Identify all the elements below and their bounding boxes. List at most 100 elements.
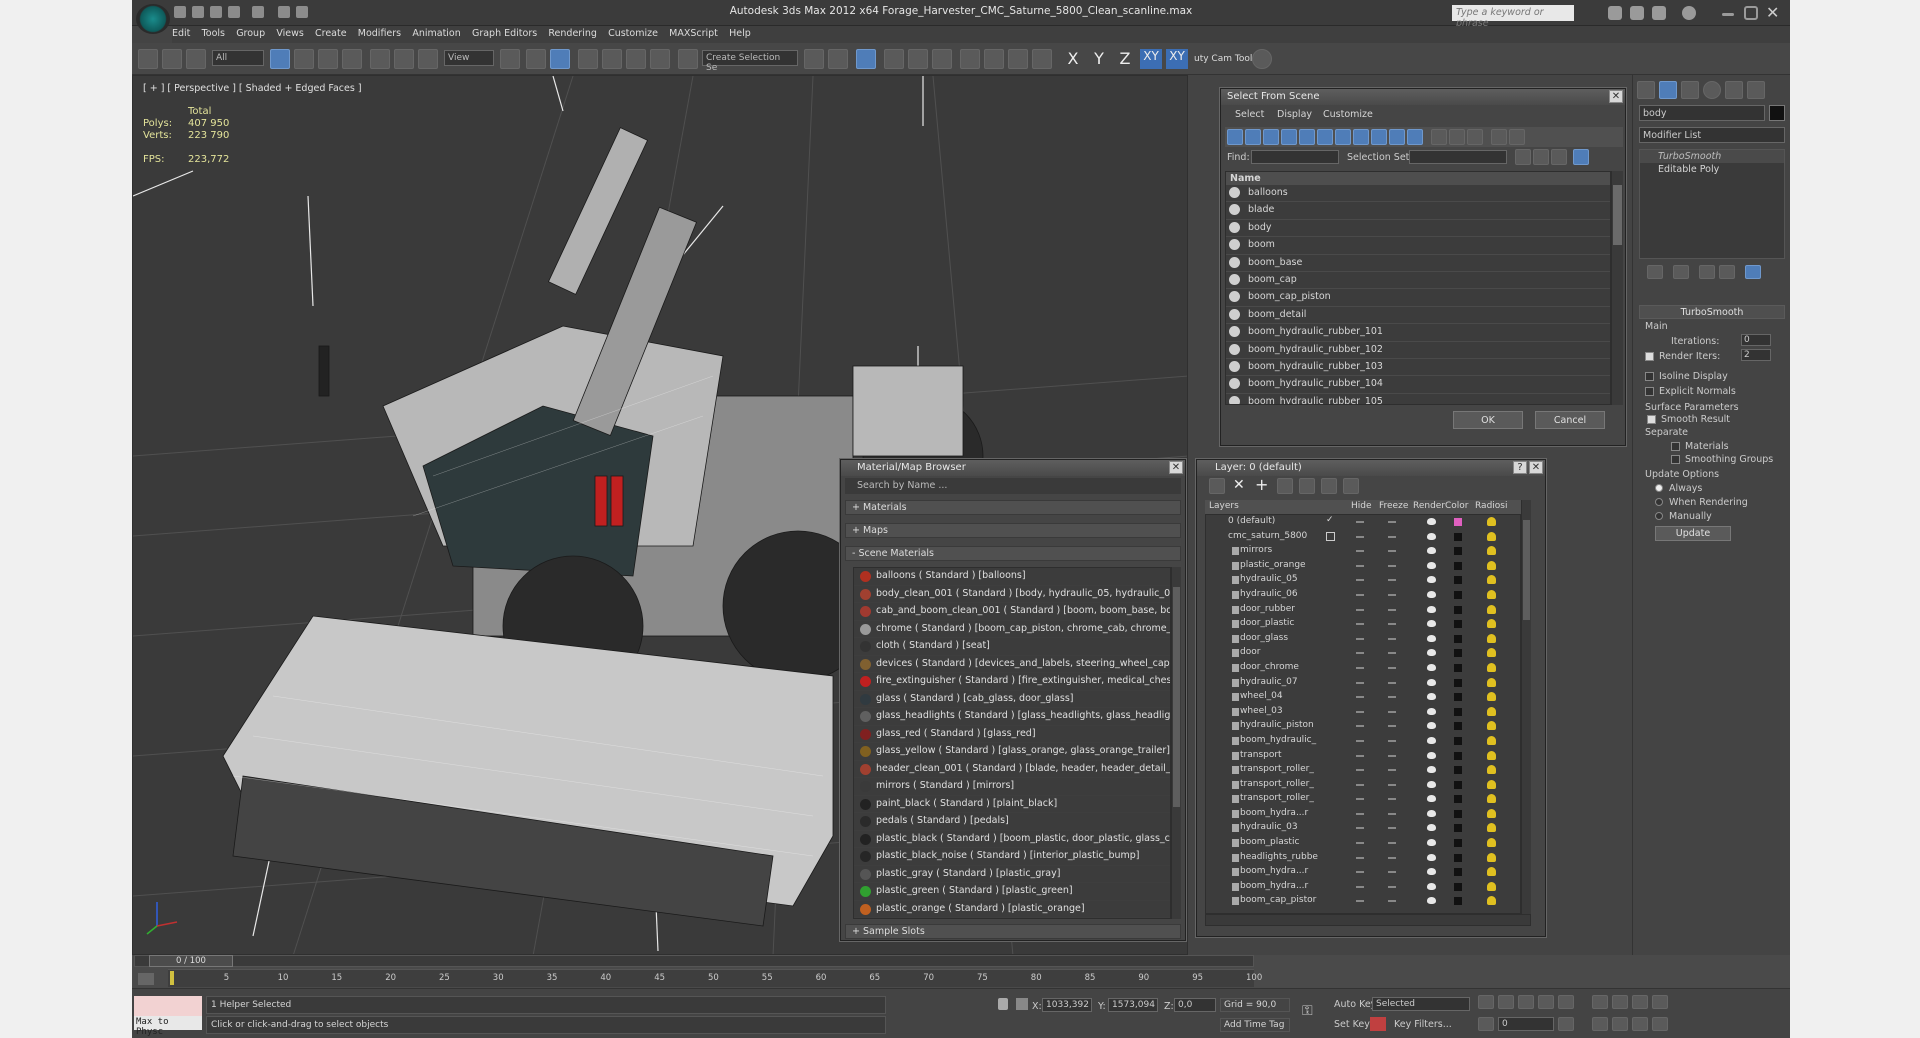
tab-select[interactable]: Select xyxy=(1235,109,1264,120)
list-item[interactable]: boom_hydraulic_rubber_104 xyxy=(1226,376,1610,394)
when-rendering-radio[interactable] xyxy=(1655,498,1663,506)
layer-object-row[interactable]: boom_plastic xyxy=(1206,836,1520,851)
radiosity-icon[interactable] xyxy=(1487,560,1496,570)
radiosity-icon[interactable] xyxy=(1487,677,1496,687)
material-item[interactable]: fire_extinguisher ( Standard ) [fire_ext… xyxy=(854,673,1170,691)
key-mode-icon[interactable] xyxy=(1478,1017,1494,1031)
radiosity-icon[interactable] xyxy=(1487,838,1496,848)
render-iters-spinner[interactable]: 2 xyxy=(1741,349,1771,361)
list-item[interactable]: boom_cap xyxy=(1226,272,1610,290)
hide-toggle[interactable] xyxy=(1356,710,1364,713)
close-icon[interactable]: ✕ xyxy=(1609,90,1623,103)
hide-toggle[interactable] xyxy=(1356,900,1364,903)
show-end-result-icon[interactable] xyxy=(1673,265,1689,279)
freeze-toggle[interactable] xyxy=(1388,725,1396,728)
color-swatch[interactable] xyxy=(1454,780,1462,789)
percent-snap-icon[interactable] xyxy=(626,49,646,69)
radiosity-icon[interactable] xyxy=(1487,896,1496,906)
motion-tab-icon[interactable] xyxy=(1703,81,1721,99)
color-swatch[interactable] xyxy=(1454,897,1462,906)
render-teapot-icon[interactable] xyxy=(1427,780,1436,788)
align-icon[interactable] xyxy=(828,49,848,69)
layer-object-row[interactable]: door_plastic xyxy=(1206,617,1520,632)
filter-spacewarps-icon[interactable] xyxy=(1317,129,1333,145)
mini-curve-icon[interactable] xyxy=(138,973,154,985)
radiosity-icon[interactable] xyxy=(1487,794,1496,804)
color-swatch[interactable] xyxy=(1454,547,1462,556)
hide-toggle[interactable] xyxy=(1356,769,1364,772)
window-crossing-icon[interactable] xyxy=(342,49,362,69)
color-swatch[interactable] xyxy=(1454,839,1462,848)
color-swatch[interactable] xyxy=(1454,649,1462,658)
list-item[interactable]: body xyxy=(1226,220,1610,238)
sort-icon[interactable] xyxy=(1509,129,1525,145)
render-setup-icon[interactable] xyxy=(984,49,1004,69)
layer-object-row[interactable]: hydraulic_07 xyxy=(1206,676,1520,691)
material-item[interactable]: cab_and_boom_clean_001 ( Standard ) [boo… xyxy=(854,603,1170,621)
color-swatch[interactable] xyxy=(1454,634,1462,643)
color-swatch[interactable] xyxy=(1454,766,1462,775)
layer-object-row[interactable]: headlights_rubbe xyxy=(1206,851,1520,866)
material-search-input[interactable]: Search by Name ... xyxy=(845,478,1181,494)
menu-maxscript[interactable]: MAXScript xyxy=(669,28,718,39)
hide-toggle[interactable] xyxy=(1356,856,1364,859)
list-item[interactable]: blade xyxy=(1226,202,1610,220)
color-swatch[interactable] xyxy=(1454,620,1462,629)
freeze-toggle[interactable] xyxy=(1388,593,1396,596)
render-teapot-icon[interactable] xyxy=(1427,853,1436,861)
radiosity-icon[interactable] xyxy=(1487,779,1496,789)
scrollbar[interactable] xyxy=(1171,567,1181,919)
color-swatch[interactable] xyxy=(1454,707,1462,716)
previous-frame-icon[interactable] xyxy=(1498,995,1514,1009)
category-sample-slots[interactable]: + Sample Slots xyxy=(845,924,1181,939)
layer-object-row[interactable]: wheel_04 xyxy=(1206,690,1520,705)
filter-cameras-icon[interactable] xyxy=(1281,129,1297,145)
layer-object-row[interactable]: hydraulic_piston xyxy=(1206,719,1520,734)
object-color-swatch[interactable] xyxy=(1769,105,1785,121)
rendered-frame-icon[interactable] xyxy=(1008,49,1028,69)
stack-item-editable-poly[interactable]: Editable Poly xyxy=(1640,163,1784,176)
render-teapot-icon[interactable] xyxy=(1427,576,1436,584)
smooth-result-checkbox[interactable] xyxy=(1647,414,1656,424)
color-swatch[interactable] xyxy=(1454,853,1462,862)
radiosity-icon[interactable] xyxy=(1487,881,1496,891)
render-teapot-icon[interactable] xyxy=(1427,868,1436,876)
material-item[interactable]: chrome ( Standard ) [boom_cap_piston, ch… xyxy=(854,621,1170,638)
render-teapot-icon[interactable] xyxy=(1427,882,1436,890)
go-to-end-icon[interactable] xyxy=(1558,995,1574,1009)
layer-object-row[interactable]: transport_roller_ xyxy=(1206,792,1520,807)
display-tab-icon[interactable] xyxy=(1725,81,1743,99)
menu-graph-editors[interactable]: Graph Editors xyxy=(472,28,537,39)
zoom-extents-icon[interactable] xyxy=(1632,995,1648,1009)
orbit-icon[interactable] xyxy=(1632,1017,1648,1031)
material-item[interactable]: devices ( Standard ) [devices_and_labels… xyxy=(854,656,1170,673)
select-invert-icon[interactable] xyxy=(1467,129,1483,145)
color-swatch[interactable] xyxy=(1454,736,1462,745)
axis-y-button[interactable]: Y xyxy=(1088,49,1110,69)
hide-toggle[interactable] xyxy=(1356,652,1364,655)
material-item[interactable]: paint_black ( Standard ) [plaint_black] xyxy=(854,796,1170,813)
scale-icon[interactable] xyxy=(418,49,438,69)
color-swatch[interactable] xyxy=(1454,882,1462,891)
pan-icon[interactable] xyxy=(1612,1017,1628,1031)
column-hide[interactable]: Hide xyxy=(1351,501,1372,511)
render-teapot-icon[interactable] xyxy=(1427,634,1436,642)
radiosity-icon[interactable] xyxy=(1487,721,1496,731)
menu-help[interactable]: Help xyxy=(729,28,751,39)
color-swatch[interactable] xyxy=(1454,678,1462,687)
maximize-viewport-icon[interactable] xyxy=(1652,1017,1668,1031)
radiosity-icon[interactable] xyxy=(1487,648,1496,658)
color-swatch[interactable] xyxy=(1454,590,1462,599)
iterations-spinner[interactable]: 0 xyxy=(1741,334,1771,346)
list-item[interactable]: boom_base xyxy=(1226,255,1610,272)
time-slider[interactable]: 0 / 100 xyxy=(134,955,1254,967)
freeze-toggle[interactable] xyxy=(1388,900,1396,903)
layer-object-row[interactable]: boom_hydraulic_ xyxy=(1206,734,1520,749)
layer-object-row[interactable]: boom_hydra...r xyxy=(1206,807,1520,822)
hide-toggle[interactable] xyxy=(1356,842,1364,845)
layer-object-row[interactable]: mirrors xyxy=(1206,544,1520,559)
radiosity-icon[interactable] xyxy=(1487,765,1496,775)
layer-manager-icon[interactable] xyxy=(856,49,876,69)
freeze-toggle[interactable] xyxy=(1388,564,1396,567)
render-teapot-icon[interactable] xyxy=(1427,809,1436,817)
